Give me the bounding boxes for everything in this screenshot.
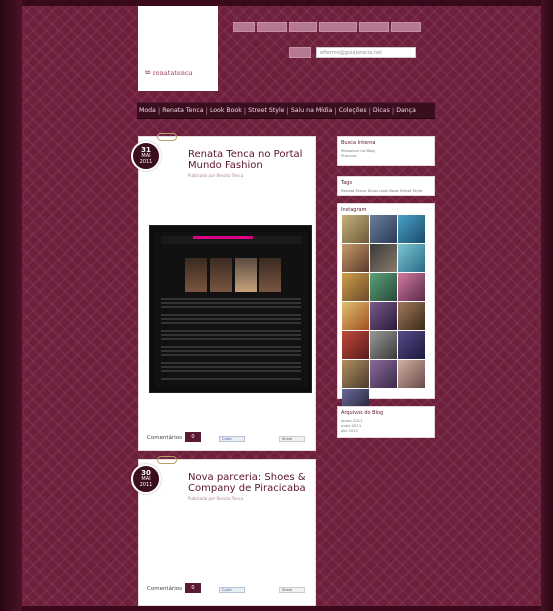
widget-instagram: Instagram	[337, 203, 435, 417]
logo-box[interactable]: ∞renatatenca	[138, 6, 218, 91]
article-screenshot	[155, 232, 308, 388]
date-badge: 30 MAI 2011	[131, 464, 161, 494]
instagram-photo[interactable]	[370, 331, 397, 359]
image-title-bar	[193, 236, 253, 239]
instagram-grid	[342, 215, 426, 417]
tag-list[interactable]: Renata Tenca Dicas Look Book Street Styl…	[338, 188, 434, 193]
date-year: 2011	[139, 159, 153, 165]
image-text-line	[161, 362, 301, 364]
image-photo	[235, 258, 257, 292]
facebook-like-button[interactable]: Curtir	[219, 587, 245, 593]
widget-title: Arquivos do Blog	[341, 410, 384, 416]
main-nav: Moda | Renata Tenca | Look Book | Street…	[137, 102, 435, 119]
widget-tags: Tags Renata Tenca Dicas Look Book Street…	[337, 176, 435, 196]
nav-item-dicas[interactable]: Dicas	[371, 107, 392, 114]
logo-mark-icon: ∞	[144, 68, 152, 78]
image-text-line	[161, 350, 301, 352]
image-text-line	[161, 314, 301, 316]
widget-archive: Arquivos do Blog junho 2011 maio 2011 ab…	[337, 406, 435, 438]
image-text-line	[161, 378, 301, 380]
nav-item-saiu-na-midia[interactable]: Saiu na Mídia	[289, 107, 335, 114]
widget-title: Busca Interna	[341, 140, 376, 146]
nav-item-renata-tenca[interactable]: Renata Tenca	[160, 107, 205, 114]
nav-item-colecoes[interactable]: Coleções	[337, 107, 369, 114]
top-tab[interactable]	[257, 22, 287, 32]
instagram-photo[interactable]	[342, 273, 369, 301]
instagram-photo[interactable]	[398, 360, 425, 388]
image-text-line	[161, 322, 301, 324]
post-meta: Publicado por Renata Tenca	[188, 496, 244, 501]
page-margin-right	[541, 0, 553, 611]
image-text-line	[161, 338, 301, 340]
top-tabs	[233, 22, 421, 32]
image-text-line	[161, 306, 301, 308]
post-meta: Publicado por Renata Tenca	[188, 173, 244, 178]
image-text-line	[161, 334, 301, 336]
image-photo	[259, 258, 281, 292]
top-tab[interactable]	[289, 22, 317, 32]
newsletter-email-input[interactable]	[316, 47, 416, 58]
share-button[interactable]: Share	[279, 587, 305, 593]
instagram-photo[interactable]	[398, 215, 425, 243]
comments-count[interactable]: 0	[185, 583, 201, 593]
instagram-photo[interactable]	[370, 360, 397, 388]
image-text-line	[161, 298, 301, 300]
newsletter-button[interactable]	[289, 47, 311, 58]
facebook-like-button[interactable]: Curtir	[219, 436, 245, 442]
post-image[interactable]	[149, 225, 312, 393]
archive-item[interactable]: abr 2011	[338, 428, 434, 433]
nav-item-street-style[interactable]: Street Style	[246, 107, 286, 114]
image-text-line	[161, 370, 301, 372]
post-title[interactable]: Nova parceria: Shoes & Company de Piraci…	[188, 472, 312, 494]
image-photo	[210, 258, 232, 292]
pin-icon	[157, 133, 177, 141]
blog-post: 30 MAI 2011 Nova parceria: Shoes & Compa…	[131, 456, 316, 606]
top-tab[interactable]	[233, 22, 255, 32]
image-text-line	[161, 346, 301, 348]
instagram-photo[interactable]	[398, 273, 425, 301]
instagram-photo[interactable]	[370, 302, 397, 330]
instagram-photo[interactable]	[342, 360, 369, 388]
image-photo	[185, 258, 207, 292]
comments-label[interactable]: Comentários	[147, 435, 182, 441]
image-text-line	[161, 330, 301, 332]
instagram-photo[interactable]	[342, 215, 369, 243]
top-tab[interactable]	[319, 22, 357, 32]
nav-item-look-book[interactable]: Look Book	[208, 107, 244, 114]
page-margin-left	[0, 0, 22, 611]
pin-icon	[157, 456, 177, 464]
nav-item-moda[interactable]: Moda	[137, 107, 158, 114]
blog-post: 31 MAI 2011 Renata Tenca no Portal Mundo…	[131, 133, 316, 451]
page-frame: ∞renatatenca Moda | Renata Tenca | Look …	[22, 6, 541, 606]
logo-text: renatatenca	[152, 70, 193, 77]
instagram-photo[interactable]	[342, 302, 369, 330]
site-logo[interactable]: ∞renatatenca	[144, 68, 193, 78]
nav-item-danca[interactable]: Dança	[394, 107, 418, 114]
comments-count[interactable]: 0	[185, 432, 201, 442]
instagram-photo[interactable]	[398, 302, 425, 330]
widget-line[interactable]: Procurar	[338, 153, 434, 158]
date-year: 2011	[139, 482, 153, 488]
image-text-line	[161, 354, 301, 356]
share-button[interactable]: Share	[279, 436, 305, 442]
widget-title: Tags	[341, 180, 353, 186]
instagram-photo[interactable]	[342, 244, 369, 272]
widget-title: Instagram	[341, 207, 367, 213]
image-text-line	[161, 318, 301, 320]
instagram-photo[interactable]	[342, 331, 369, 359]
comments-label[interactable]: Comentários	[147, 586, 182, 592]
top-tab[interactable]	[391, 22, 421, 32]
instagram-photo[interactable]	[370, 215, 397, 243]
instagram-photo[interactable]	[398, 331, 425, 359]
widget-search: Busca Interna Pesquisar no Blog Procurar	[337, 136, 435, 166]
instagram-photo[interactable]	[370, 273, 397, 301]
image-text-line	[161, 302, 301, 304]
date-badge: 31 MAI 2011	[131, 141, 161, 171]
instagram-photo[interactable]	[370, 244, 397, 272]
post-title[interactable]: Renata Tenca no Portal Mundo Fashion	[188, 149, 312, 171]
top-tab[interactable]	[359, 22, 389, 32]
instagram-photo[interactable]	[398, 244, 425, 272]
image-text-line	[161, 366, 301, 368]
